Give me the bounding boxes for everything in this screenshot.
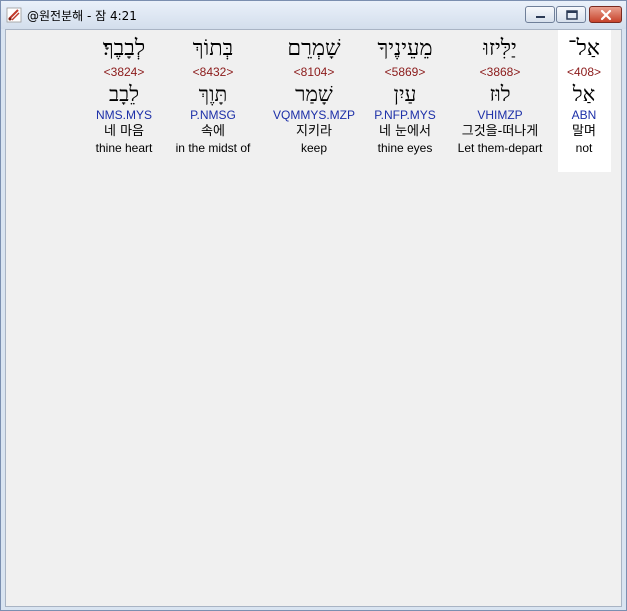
word-column-4[interactable]: שָׁמְרֵם <8104> שָׁמַר VQMMYS.MZP 지키라 ke… — [264, 30, 364, 156]
maximize-icon — [566, 10, 578, 20]
strong-number[interactable]: <8432> — [168, 64, 258, 80]
close-icon — [600, 9, 612, 21]
english-gloss: keep — [300, 141, 328, 155]
strong-number[interactable]: <3868> — [447, 64, 553, 80]
strong-number[interactable]: <5869> — [362, 64, 448, 80]
hebrew-lemma: לוּז — [489, 82, 511, 106]
minimize-button[interactable] — [525, 6, 555, 23]
word-column-6[interactable]: לְבָבֶךָ׃ <3824> לֵבָב NMS.MYS 네 마음 thin… — [88, 30, 160, 156]
morphology-code[interactable]: VQMMYS.MZP — [264, 108, 364, 123]
hebrew-lemma: תָּוֶךְ — [198, 82, 228, 106]
korean-gloss: 네 눈에서 — [379, 124, 431, 139]
korean-gloss: 네 마음 — [103, 124, 144, 139]
title-bar[interactable]: @원전분해 - 잠 4:21 — [1, 1, 626, 29]
app-icon[interactable] — [6, 7, 22, 23]
hebrew-word: שָׁמְרֵם — [287, 36, 341, 61]
english-gloss: thine eyes — [377, 141, 433, 155]
hebrew-lemma: אַל — [572, 82, 596, 106]
hebrew-word: אַל־ — [568, 36, 600, 61]
app-window: @원전분해 - 잠 4:21 אַל־ <408> אַל ABN 말며 not… — [0, 0, 627, 611]
word-column-5[interactable]: בְּתוֹךְ <8432> תָּוֶךְ P.NMSG 속에 in the… — [168, 30, 258, 156]
hebrew-word: בְּתוֹךְ — [192, 36, 234, 61]
morphology-code[interactable]: P.NFP.MYS — [362, 108, 448, 123]
strong-number[interactable]: <3824> — [88, 64, 160, 80]
korean-gloss: 그것을-떠나게 — [461, 124, 539, 139]
hebrew-lemma: לֵבָב — [108, 82, 140, 106]
morphology-code[interactable]: ABN — [555, 108, 613, 123]
korean-gloss: 지키라 — [296, 124, 332, 139]
word-column-2[interactable]: יַלִּיזוּ <3868> לוּז VHIMZP 그것을-떠나게 Let… — [447, 30, 553, 156]
strong-number[interactable]: <8104> — [264, 64, 364, 80]
maximize-button[interactable] — [556, 6, 586, 23]
morphology-code[interactable]: VHIMZP — [447, 108, 553, 123]
english-gloss: Let them-depart — [457, 141, 543, 155]
word-column-1[interactable]: אַל־ <408> אַל ABN 말며 not — [555, 30, 613, 156]
hebrew-lemma: עַיִן — [393, 82, 417, 106]
korean-gloss: 속에 — [201, 124, 225, 139]
english-gloss: in the midst of — [175, 141, 251, 155]
english-gloss: not — [575, 141, 593, 155]
hebrew-word: לְבָבֶךָ׃ — [102, 36, 146, 61]
close-button[interactable] — [589, 6, 622, 23]
strong-number[interactable]: <408> — [555, 64, 613, 80]
hebrew-lemma: שָׁמַר — [295, 82, 333, 106]
english-gloss: thine heart — [95, 141, 153, 155]
hebrew-word: מֵעֵינֶיךָ — [377, 36, 433, 61]
hebrew-word: יַלִּיזוּ — [483, 36, 517, 61]
morphology-code[interactable]: NMS.MYS — [88, 108, 160, 123]
morphology-code[interactable]: P.NMSG — [168, 108, 258, 123]
minimize-icon — [536, 16, 545, 18]
word-column-3[interactable]: מֵעֵינֶיךָ <5869> עַיִן P.NFP.MYS 네 눈에서 … — [362, 30, 448, 156]
window-title: @원전분해 - 잠 4:21 — [27, 9, 137, 23]
korean-gloss: 말며 — [572, 124, 596, 139]
interlinear-panel[interactable]: אַל־ <408> אַל ABN 말며 not יַלִּיזוּ <386… — [5, 29, 622, 607]
